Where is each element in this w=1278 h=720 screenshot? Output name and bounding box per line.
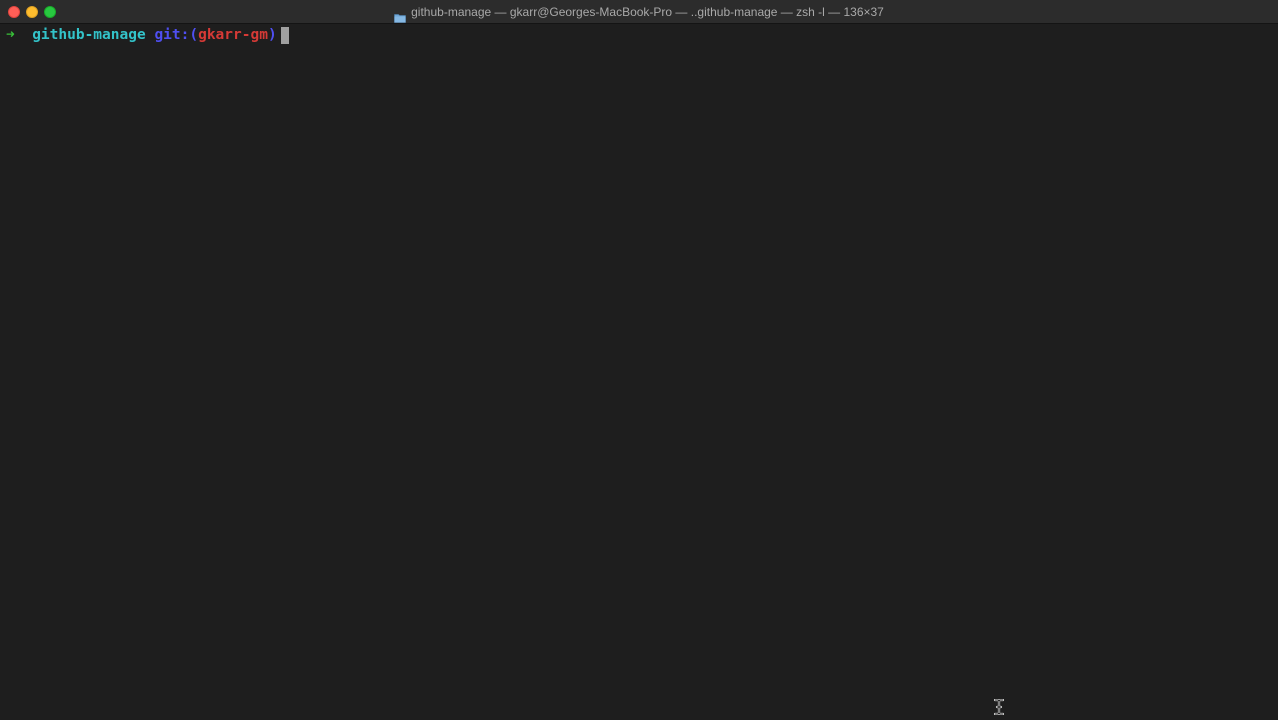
prompt-directory: github-manage [32, 27, 146, 43]
prompt-git-prefix: git:( [154, 27, 199, 43]
window-title: github-manage — gkarr@Georges-MacBook-Pr… [411, 5, 884, 19]
text-cursor [280, 26, 289, 44]
window-title-container: github-manage — gkarr@Georges-MacBook-Pr… [0, 0, 1278, 24]
ibeam-cursor-icon [993, 698, 1005, 716]
prompt-branch: gkarr-gm [198, 27, 268, 43]
folder-icon [394, 8, 406, 23]
prompt-arrow-icon: ➜ [6, 27, 15, 43]
terminal-window: github-manage — gkarr@Georges-MacBook-Pr… [0, 0, 1278, 720]
zoom-button[interactable] [44, 6, 56, 18]
prompt-git-suffix: ) [267, 27, 277, 43]
terminal-content[interactable]: ➜ github-manage git:( gkarr-gm ) [0, 24, 1278, 720]
close-button[interactable] [8, 6, 20, 18]
minimize-button[interactable] [26, 6, 38, 18]
title-bar[interactable]: github-manage — gkarr@Georges-MacBook-Pr… [0, 0, 1278, 24]
prompt-line: ➜ github-manage git:( gkarr-gm ) [6, 26, 1278, 44]
